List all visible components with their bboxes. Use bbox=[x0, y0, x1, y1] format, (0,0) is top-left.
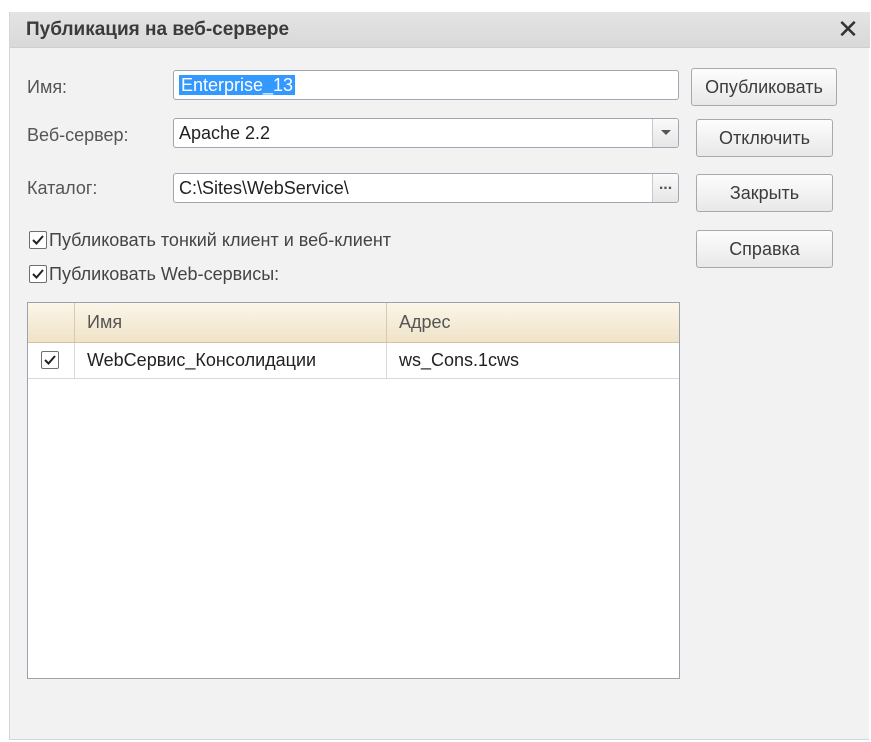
webservices-checkbox[interactable] bbox=[29, 265, 47, 283]
webservices-label: Публиковать Web-сервисы: bbox=[49, 264, 280, 284]
dialog-title: Публикация на веб-сервере bbox=[26, 19, 290, 40]
thin-client-checkbox-row[interactable]: Публиковать тонкий клиент и веб-клиент bbox=[29, 230, 391, 251]
column-header-address[interactable]: Адрес bbox=[387, 303, 679, 342]
webserver-value: Apache 2.2 bbox=[179, 123, 271, 143]
webserver-select[interactable]: Apache 2.2 bbox=[173, 118, 679, 148]
column-header-check[interactable] bbox=[28, 303, 75, 342]
thin-client-label: Публиковать тонкий клиент и веб-клиент bbox=[49, 230, 392, 250]
checkmark-icon bbox=[32, 235, 44, 245]
dropdown-arrow-button[interactable] bbox=[652, 119, 678, 147]
title-bar: Публикация на веб-сервере ✕ bbox=[10, 12, 870, 48]
close-button[interactable]: Закрыть bbox=[696, 174, 833, 212]
column-header-name[interactable]: Имя bbox=[75, 303, 387, 342]
webserver-label: Веб-сервер: bbox=[27, 125, 129, 145]
chevron-down-icon bbox=[660, 130, 671, 136]
row-checkbox[interactable] bbox=[41, 351, 59, 369]
name-label: Имя: bbox=[27, 77, 68, 97]
webservices-checkbox-row[interactable]: Публиковать Web-сервисы: bbox=[29, 264, 279, 285]
name-field-value: Enterprise_13 bbox=[179, 75, 296, 95]
help-button[interactable]: Справка bbox=[696, 230, 833, 268]
table-header: Имя Адрес bbox=[28, 303, 679, 343]
thin-client-checkbox[interactable] bbox=[29, 231, 47, 249]
publish-dialog: Публикация на веб-сервере ✕ Имя: Enterpr… bbox=[9, 12, 870, 740]
browse-button[interactable]: ... bbox=[652, 174, 678, 202]
publish-button[interactable]: Опубликовать bbox=[691, 68, 837, 106]
disable-button[interactable]: Отключить bbox=[696, 119, 833, 157]
catalog-value: C:\Sites\WebService\ bbox=[179, 178, 349, 198]
name-field[interactable]: Enterprise_13 bbox=[173, 70, 679, 100]
row-name-cell: WebСервис_Консолидации bbox=[75, 343, 387, 378]
row-address-cell: ws_Cons.1cws bbox=[399, 350, 520, 370]
table-row[interactable]: WebСервис_Консолидации ws_Cons.1cws bbox=[28, 343, 679, 379]
row-check-cell bbox=[28, 343, 75, 378]
catalog-field[interactable]: C:\Sites\WebService\ ... bbox=[173, 173, 679, 203]
checkmark-icon bbox=[32, 269, 44, 279]
catalog-label: Каталог: bbox=[27, 178, 98, 198]
webservices-table: Имя Адрес WebСервис_Консолидации ws_Cons… bbox=[27, 302, 680, 679]
checkmark-icon bbox=[44, 355, 56, 365]
close-icon[interactable]: ✕ bbox=[834, 15, 862, 43]
